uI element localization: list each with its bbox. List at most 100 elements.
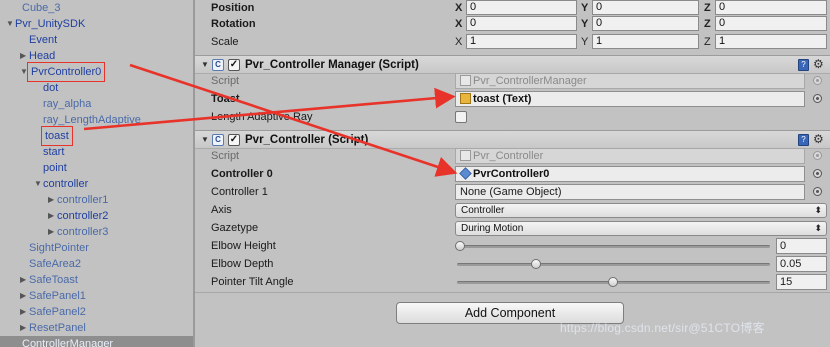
rotation-y-field[interactable]: 0 <box>592 16 699 31</box>
gear-icon[interactable]: ⚙ <box>813 132 824 146</box>
hierarchy-item[interactable]: ▼Pvr_UnitySDK <box>0 16 193 32</box>
hierarchy-item-label: toast <box>41 126 73 146</box>
hierarchy-item[interactable]: Event <box>0 32 193 48</box>
script-file-icon <box>460 75 471 86</box>
hierarchy-item[interactable]: ▼controller <box>0 176 193 192</box>
controller0-value: PvrController0 <box>473 168 550 180</box>
hierarchy-item[interactable]: ▼ PvrController0 <box>0 62 193 82</box>
hierarchy-item-label: PvrController0 <box>26 62 106 82</box>
hierarchy-item[interactable]: ▶ controller1 <box>0 192 193 208</box>
object-picker-icon[interactable] <box>813 94 822 103</box>
expand-arrow-icon[interactable]: ▼ <box>20 64 29 80</box>
controller-enabled-checkbox[interactable]: ✓ <box>228 134 240 146</box>
axis-label: Axis <box>211 204 232 216</box>
hierarchy-panel: Cube_3 ▼Pvr_UnitySDK Event ▶ Head ▼ PvrControl… <box>0 0 193 347</box>
hierarchy-item-label: controller <box>43 178 89 190</box>
hierarchy-item[interactable]: point <box>0 160 193 176</box>
controller-script-value: Pvr_Controller <box>473 150 544 162</box>
elbow-height-slider-track[interactable] <box>457 245 770 248</box>
controller0-field[interactable]: PvrController0 <box>455 166 805 182</box>
rotation-x-field[interactable]: 0 <box>466 16 577 31</box>
help-book-icon[interactable]: ? <box>798 134 809 146</box>
dropdown-arrow-icon: ⬍ <box>814 223 822 233</box>
hierarchy-item[interactable]: SafeArea2 <box>0 256 193 272</box>
hierarchy-item-label: SightPointer <box>29 242 89 254</box>
scale-x-axis: X <box>455 36 463 48</box>
elbow-height-field[interactable]: 0 <box>776 238 827 254</box>
hierarchy-item-label: Cube_3 <box>22 2 61 14</box>
elbow-depth-slider-thumb[interactable] <box>531 259 542 269</box>
hierarchy-item-label: Pvr_UnitySDK <box>15 18 86 30</box>
hierarchy-item[interactable]: ray_alpha <box>0 96 193 112</box>
collapse-arrow-icon[interactable]: ▶ <box>48 224 57 240</box>
hierarchy-item-label: Event <box>29 34 58 46</box>
rotation-z-field[interactable]: 0 <box>715 16 827 31</box>
help-book-icon[interactable]: ? <box>798 59 809 71</box>
hierarchy-item[interactable]: ▶ ResetPanel <box>0 320 193 336</box>
tilt-angle-slider-thumb[interactable] <box>607 277 618 287</box>
position-x-field[interactable]: 0 <box>466 0 577 15</box>
hierarchy-item[interactable]: ray_LengthAdaptive <box>0 112 193 128</box>
hierarchy-item[interactable]: Cube_3 <box>0 0 193 16</box>
elbow-depth-slider-track[interactable] <box>457 263 770 266</box>
expand-arrow-icon[interactable]: ▼ <box>34 176 43 192</box>
object-picker-icon[interactable] <box>813 169 822 178</box>
hierarchy-item-label: dot <box>43 82 59 94</box>
hierarchy-item[interactable]: SightPointer <box>0 240 193 256</box>
gazetype-dropdown[interactable]: During Motion ⬍ <box>455 221 827 236</box>
axis-dropdown[interactable]: Controller ⬍ <box>455 203 827 218</box>
tilt-angle-label: Pointer Tilt Angle <box>211 276 294 288</box>
text-component-icon <box>460 93 471 104</box>
collapse-arrow-icon[interactable]: ▶ <box>20 320 29 336</box>
scale-z-field[interactable]: 1 <box>715 34 827 49</box>
hierarchy-item[interactable]: ▶ SafeToast <box>0 272 193 288</box>
controller-script-field: Pvr_Controller <box>455 148 805 164</box>
object-picker-icon[interactable] <box>813 187 822 196</box>
collapse-arrow-icon[interactable]: ▶ <box>48 192 57 208</box>
rotation-z-axis: Z <box>704 18 711 30</box>
toast-field[interactable]: toast (Text) <box>455 91 805 107</box>
axis-value: Controller <box>461 205 505 216</box>
manager-toast-row: Toast toast (Text) <box>195 90 830 108</box>
hierarchy-item-label: start <box>43 146 65 158</box>
collapse-arrow-icon[interactable]: ▶ <box>20 272 29 288</box>
hierarchy-item[interactable]: ▶ Head <box>0 48 193 64</box>
hierarchy-item[interactable]: ▶ controller2 <box>0 208 193 224</box>
position-y-field[interactable]: 0 <box>592 0 699 15</box>
hierarchy-item[interactable]: start <box>0 144 193 160</box>
expand-arrow-icon[interactable]: ▼ <box>6 16 15 32</box>
elbow-depth-field[interactable]: 0.05 <box>776 256 827 272</box>
hierarchy-item[interactable]: dot <box>0 80 193 96</box>
rotation-x-axis: X <box>455 18 463 30</box>
transform-rotation-row: Rotation X 0 Y 0 Z 0 <box>195 15 830 33</box>
hierarchy-item[interactable]: ControllerManager <box>0 336 193 347</box>
hierarchy-item[interactable]: ▶ SafePanel1 <box>0 288 193 304</box>
gear-icon[interactable]: ⚙ <box>813 57 824 71</box>
collapse-arrow-icon[interactable]: ▶ <box>20 48 29 64</box>
gazetype-label: Gazetype <box>211 222 259 234</box>
collapse-arrow-icon[interactable]: ▶ <box>48 208 57 224</box>
manager-script-value: Pvr_ControllerManager <box>473 75 587 87</box>
tilt-angle-field[interactable]: 15 <box>776 274 827 290</box>
length-adaptive-checkbox[interactable] <box>455 111 467 123</box>
position-z-field[interactable]: 0 <box>715 0 827 15</box>
fold-down-icon[interactable]: ▼ <box>201 60 209 69</box>
toast-value: toast (Text) <box>473 93 532 105</box>
manager-enabled-checkbox[interactable]: ✓ <box>228 59 240 71</box>
scale-y-field[interactable]: 1 <box>592 34 699 49</box>
elbow-height-slider-thumb[interactable] <box>455 241 465 251</box>
scale-label: Scale <box>211 36 239 48</box>
hierarchy-item[interactable]: ▶ controller3 <box>0 224 193 240</box>
hierarchy-item[interactable]: toast <box>0 126 193 146</box>
collapse-arrow-icon[interactable]: ▶ <box>20 288 29 304</box>
controller1-field[interactable]: None (Game Object) <box>455 184 805 200</box>
hierarchy-item[interactable]: ▶ SafePanel2 <box>0 304 193 320</box>
collapse-arrow-icon[interactable]: ▶ <box>20 304 29 320</box>
controller1-label: Controller 1 <box>211 186 268 198</box>
hierarchy-item-label: SafeToast <box>29 274 78 286</box>
fold-down-icon[interactable]: ▼ <box>201 135 209 144</box>
rotation-label: Rotation <box>211 18 256 30</box>
script-icon: C <box>212 59 224 71</box>
scale-x-field[interactable]: 1 <box>466 34 577 49</box>
length-adaptive-label: Length Adaptive Ray <box>211 111 313 123</box>
